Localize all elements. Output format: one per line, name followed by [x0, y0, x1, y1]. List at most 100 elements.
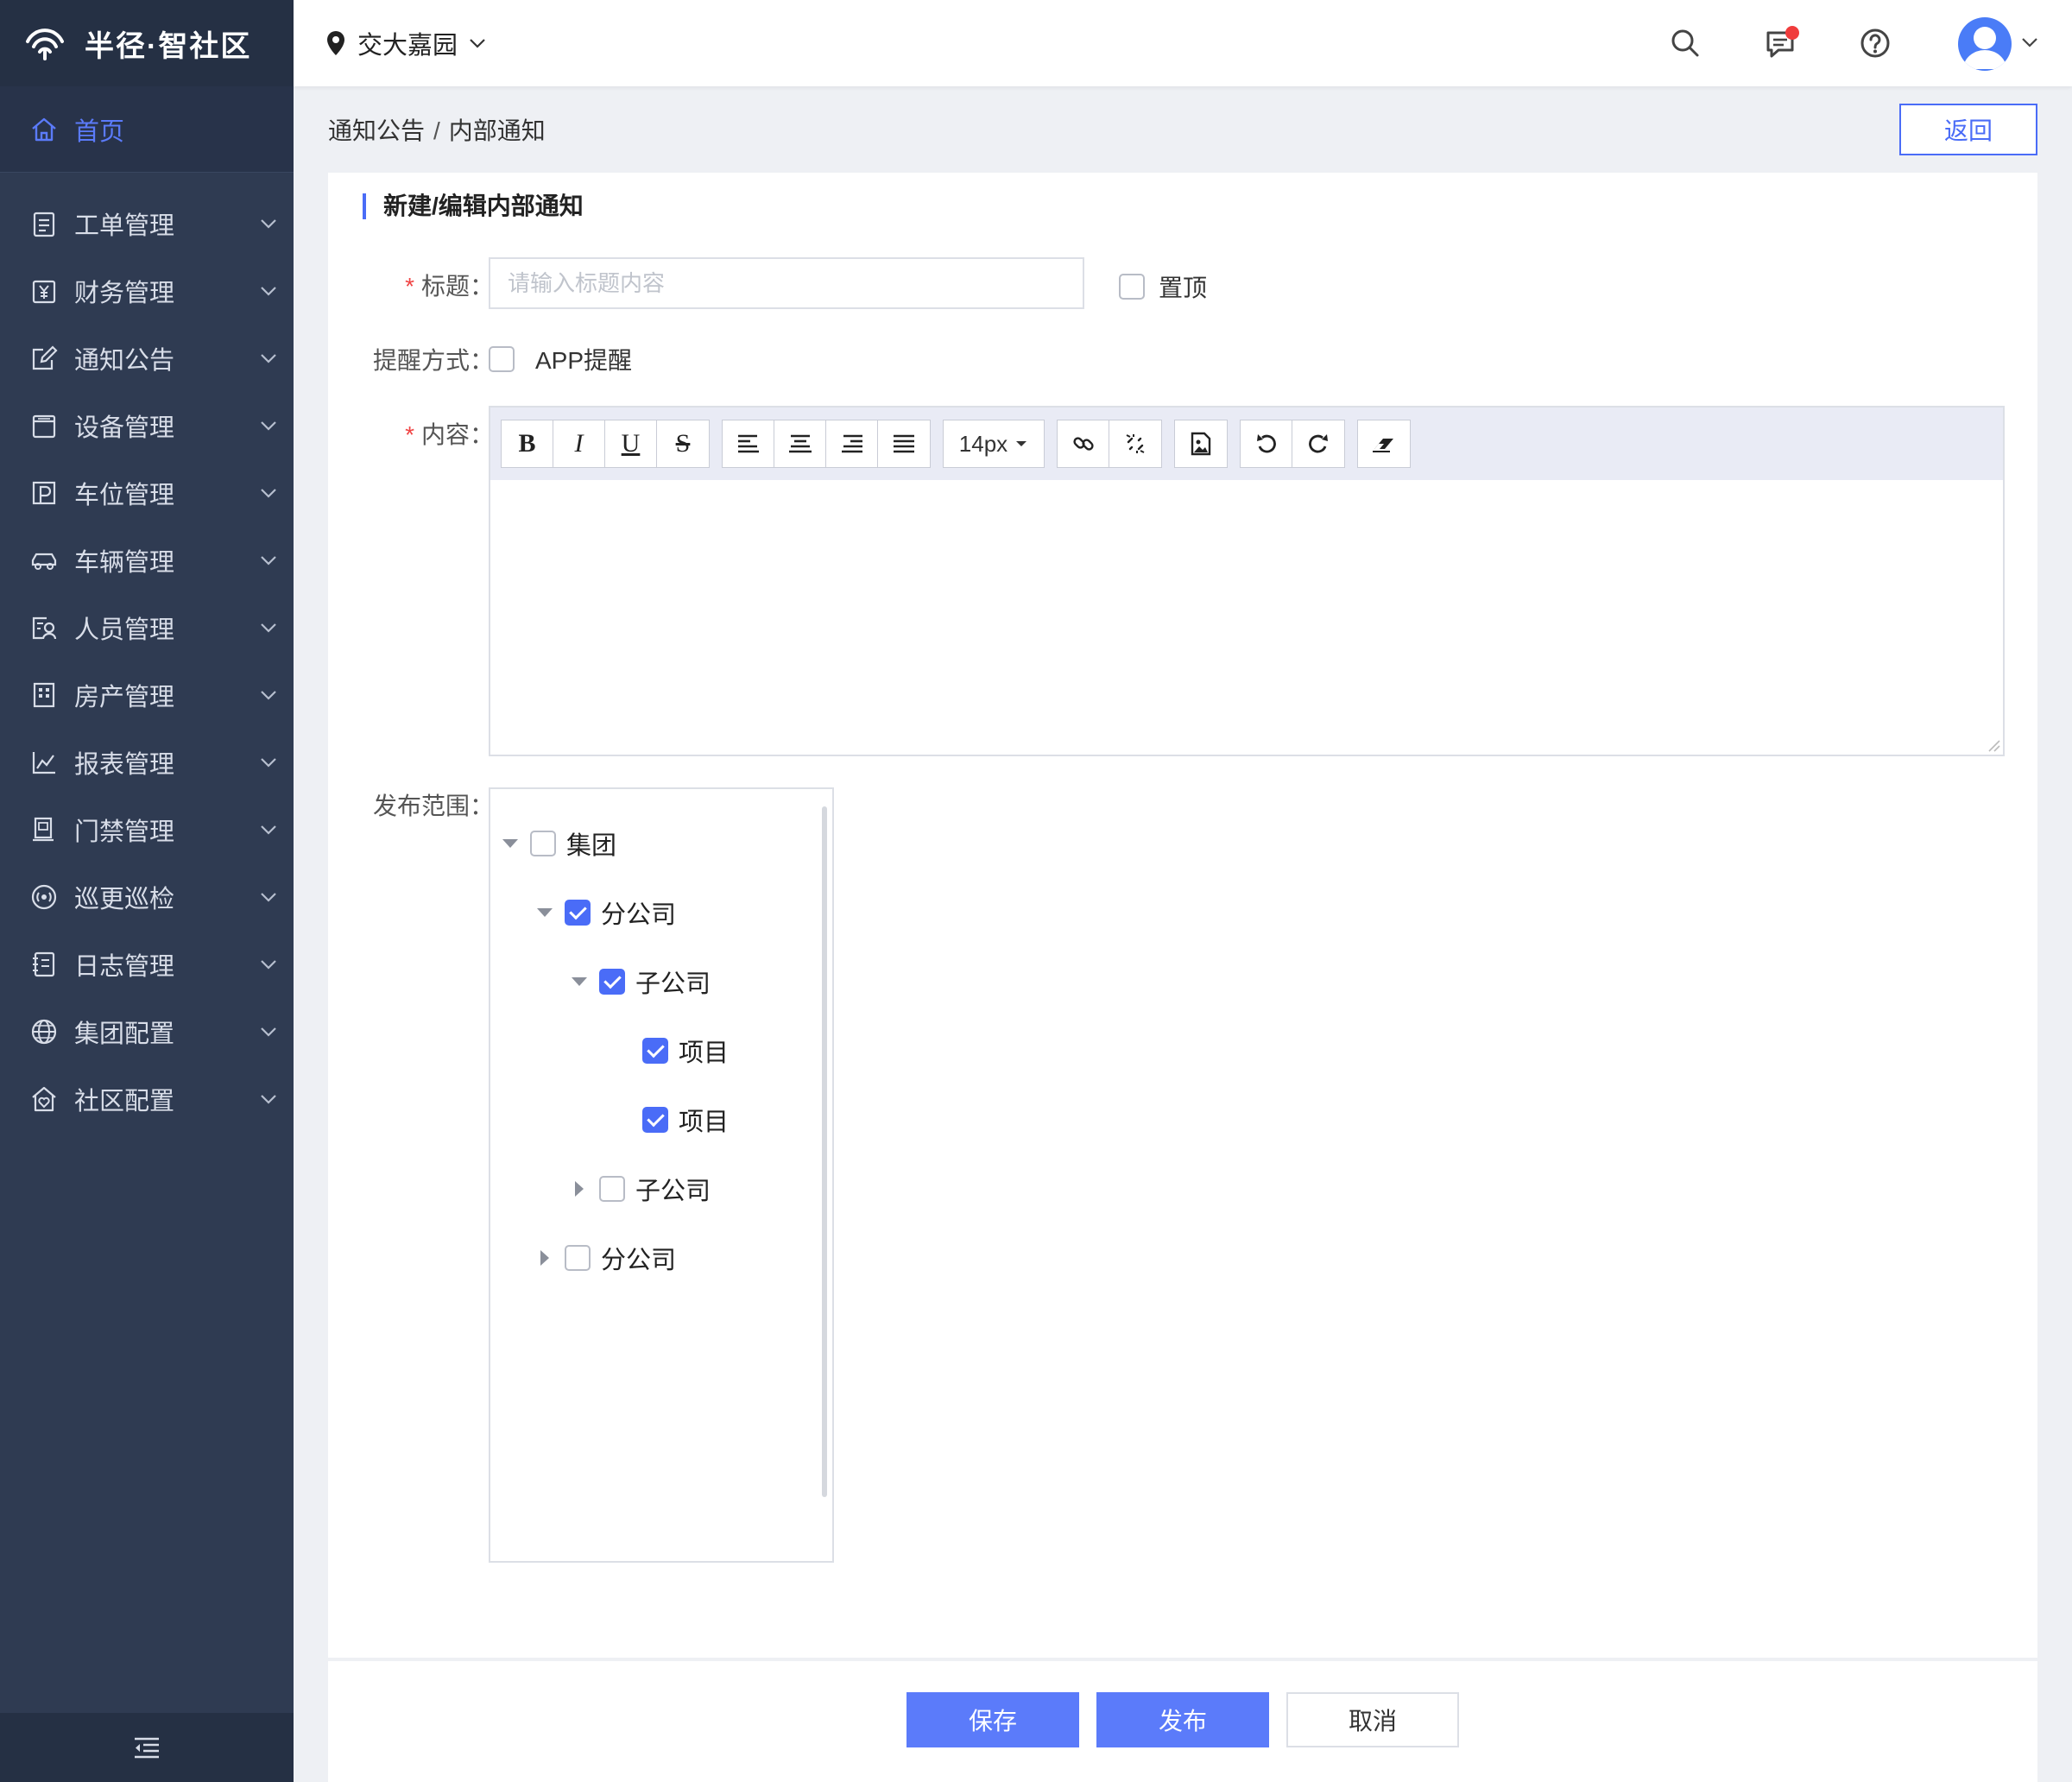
tree-checkbox[interactable] [565, 1245, 591, 1271]
sidebar-item-access[interactable]: 门禁管理 [0, 796, 294, 863]
sidebar-item-property[interactable]: 房产管理 [0, 661, 294, 729]
chevron-down-icon[interactable] [2020, 36, 2039, 48]
title-input[interactable] [489, 257, 1084, 309]
sidebar-item-label: 财务管理 [74, 280, 175, 307]
sidebar-item-group-config[interactable]: 集团配置 [0, 998, 294, 1065]
link-button[interactable] [1058, 420, 1109, 467]
justify-button[interactable] [878, 420, 930, 467]
tree-checkbox[interactable] [599, 969, 625, 995]
pin-checkbox[interactable]: 置顶 [1119, 269, 1207, 304]
door-icon [33, 817, 54, 842]
menu-collapse-icon [135, 1737, 159, 1759]
align-group [722, 420, 931, 468]
app-remind-checkbox[interactable]: APP提醒 [489, 342, 632, 376]
tree-checkbox[interactable] [642, 1107, 668, 1133]
sidebar-menu: 首页 工单管理 财务管理 通知公告 设备管理 车位管理 车辆管理 人员管理 房产… [0, 86, 294, 1133]
breadcrumb-parent[interactable]: 通知公告 [328, 117, 425, 144]
brand-name: 半径·智社区 [85, 29, 252, 63]
undo-button[interactable] [1241, 420, 1292, 467]
save-button[interactable]: 保存 [906, 1692, 1079, 1747]
editor-content-area[interactable] [490, 480, 2003, 755]
insert-image-button[interactable] [1175, 420, 1227, 467]
align-center-button[interactable] [774, 420, 826, 467]
sidebar-item-patrol[interactable]: 巡更巡检 [0, 863, 294, 931]
chevron-down-icon [261, 556, 276, 566]
tree-node[interactable]: 项目 [615, 1098, 729, 1141]
sidebar-item-parking[interactable]: 车位管理 [0, 459, 294, 527]
location-pin-icon [327, 31, 344, 55]
align-right-button[interactable] [826, 420, 878, 467]
strikethrough-button[interactable]: S [657, 420, 709, 467]
sidebar-item-label: 工单管理 [74, 212, 175, 240]
edit-note-icon [32, 345, 58, 370]
tree-checkbox[interactable] [642, 1038, 668, 1064]
resize-grip-icon[interactable] [1984, 736, 2001, 753]
location-selector[interactable]: 交大嘉园 [325, 0, 487, 86]
sidebar-item-personnel[interactable]: 人员管理 [0, 594, 294, 661]
patrol-icon [31, 884, 57, 910]
italic-button[interactable]: I [553, 420, 605, 467]
help-icon[interactable] [1858, 26, 1892, 60]
chevron-down-icon [261, 354, 276, 363]
link-icon [1072, 437, 1094, 451]
sidebar-collapse-button[interactable] [0, 1713, 294, 1782]
align-left-button[interactable] [723, 420, 774, 467]
justify-icon [894, 434, 914, 453]
sidebar-item-device[interactable]: 设备管理 [0, 392, 294, 459]
caret-down-icon[interactable] [572, 977, 587, 986]
chevron-down-icon [261, 960, 276, 970]
tree-checkbox[interactable] [599, 1176, 625, 1202]
breadcrumb-separator: / [433, 117, 440, 144]
pin-checkbox-box[interactable] [1119, 274, 1145, 300]
redo-button[interactable] [1292, 420, 1344, 467]
form-card: 新建/编辑内部通知 *标题： 置顶 提醒方式： APP提醒 *内容： B I U… [328, 173, 2037, 1658]
tree-node[interactable]: 分公司 [537, 1236, 676, 1280]
sidebar-item-notice[interactable]: 通知公告 [0, 325, 294, 392]
scrollbar[interactable] [822, 806, 827, 1497]
caret-right-icon[interactable] [575, 1181, 584, 1197]
sidebar-item-work-order[interactable]: 工单管理 [0, 190, 294, 257]
sidebar-item-log[interactable]: 日志管理 [0, 931, 294, 998]
bold-button[interactable]: B [502, 420, 553, 467]
tree-checkbox[interactable] [530, 831, 556, 856]
sidebar-item-label: 房产管理 [74, 684, 175, 711]
scope-label: 发布范围： [372, 793, 494, 819]
sidebar-item-community-config[interactable]: 社区配置 [0, 1065, 294, 1133]
tree-node[interactable]: 分公司 [537, 891, 676, 934]
tree-node[interactable]: 子公司 [572, 1167, 711, 1210]
publish-button[interactable]: 发布 [1096, 1692, 1269, 1747]
sidebar-item-vehicle[interactable]: 车辆管理 [0, 527, 294, 594]
person-card-icon [32, 616, 57, 640]
underline-button[interactable]: U [605, 420, 657, 467]
clear-format-button[interactable] [1358, 420, 1410, 467]
caret-down-icon[interactable] [502, 839, 518, 848]
align-center-icon [788, 434, 812, 453]
app-remind-label: APP提醒 [535, 347, 633, 374]
cancel-button[interactable]: 取消 [1286, 1692, 1459, 1747]
font-size-select[interactable]: 14px [944, 420, 1044, 467]
tree-checkbox[interactable] [565, 900, 591, 926]
scope-tree: 集团 分公司 子公司 项目 项目 子公司 分公司 [489, 787, 834, 1563]
tree-node[interactable]: 子公司 [572, 960, 711, 1003]
title-label-row: * 标题： [321, 268, 494, 302]
sidebar-item-home[interactable]: 首页 [0, 86, 294, 173]
back-button[interactable]: 返回 [1899, 104, 2037, 155]
tree-node[interactable]: 项目 [615, 1029, 729, 1072]
parking-icon [32, 481, 56, 505]
tree-node-label: 项目 [679, 1040, 730, 1067]
avatar[interactable] [1958, 17, 2012, 71]
sidebar-item-label: 报表管理 [74, 751, 175, 779]
rich-text-editor: B I U S 14px [489, 406, 2005, 756]
caret-right-icon[interactable] [540, 1250, 549, 1266]
image-icon [1191, 432, 1211, 456]
sidebar-item-report[interactable]: 报表管理 [0, 729, 294, 796]
breadcrumb-current: 内部通知 [448, 117, 546, 144]
device-icon [32, 414, 56, 439]
sidebar-item-finance[interactable]: 财务管理 [0, 257, 294, 325]
unlink-button[interactable] [1109, 420, 1161, 467]
tree-node[interactable]: 集团 [502, 822, 616, 865]
content-label: 内容： [420, 421, 494, 448]
app-remind-checkbox-box[interactable] [489, 346, 515, 372]
caret-down-icon[interactable] [537, 908, 553, 917]
search-icon[interactable] [1668, 26, 1702, 60]
